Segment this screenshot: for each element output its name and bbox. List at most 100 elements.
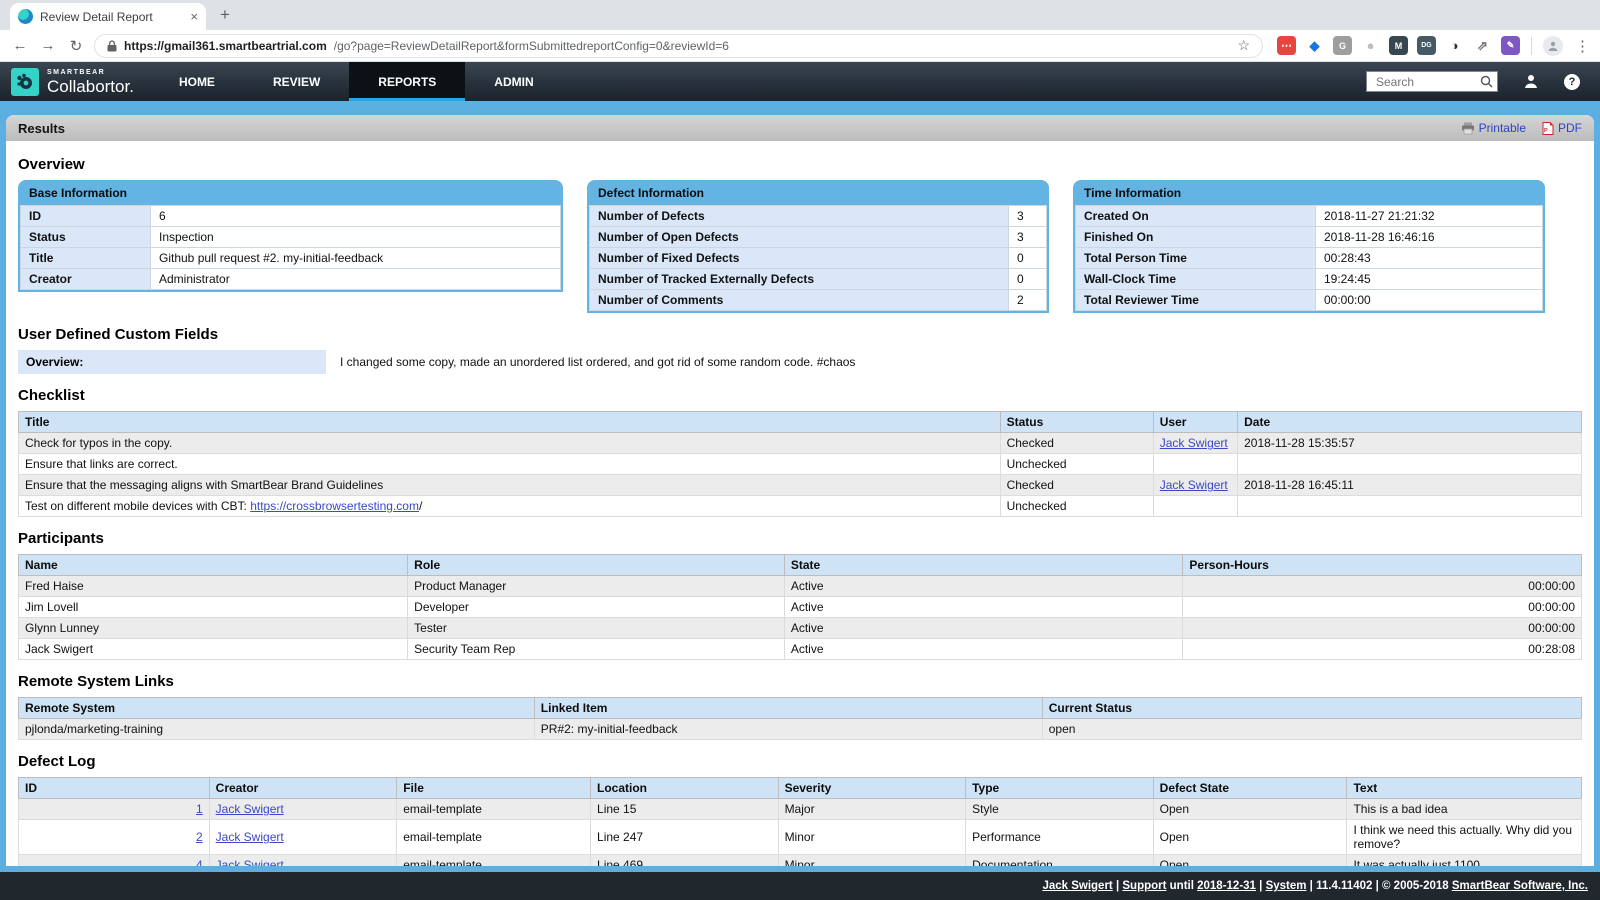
collaborator-favicon-icon (18, 9, 33, 24)
results-title: Results (18, 121, 65, 136)
smartbear-logo-icon (11, 68, 39, 96)
extension-icon[interactable]: ◆ (1305, 36, 1324, 55)
defect-id-link[interactable]: 4 (196, 858, 203, 866)
results-actions: Printable P PDF (1461, 121, 1582, 135)
report-page: Results Printable P PDF Overview Base In… (6, 115, 1594, 866)
table-row: Ensure that the messaging aligns with Sm… (19, 475, 1582, 496)
extension-icon[interactable]: ⇗ (1473, 36, 1492, 55)
table-row: 4 Jack Swigert email-template Line 469 M… (19, 855, 1582, 867)
remote-links-table: Remote System Linked Item Current Status… (18, 697, 1582, 740)
table-row: Number of Comments2 (590, 290, 1047, 311)
extension-icon[interactable]: G (1333, 36, 1352, 55)
user-icon[interactable] (1524, 74, 1538, 89)
table-row: Wall-Clock Time19:24:45 (1076, 269, 1543, 290)
table-row: Total Person Time00:28:43 (1076, 248, 1543, 269)
table-header-row: Remote System Linked Item Current Status (19, 698, 1582, 719)
custom-fields-heading: User Defined Custom Fields (18, 326, 1582, 343)
footer-system-link[interactable]: System (1266, 880, 1307, 892)
results-bar: Results Printable P PDF (6, 115, 1594, 141)
base-information-title: Base Information (20, 182, 561, 205)
footer-version: 11.4.11402 (1316, 880, 1372, 892)
padlock-icon (107, 40, 117, 52)
help-icon[interactable]: ? (1564, 74, 1580, 90)
bookmark-star-icon[interactable]: ☆ (1237, 37, 1250, 54)
nav-item-admin[interactable]: ADMIN (465, 62, 562, 101)
cbt-link[interactable]: https://crossbrowsertesting.com (250, 499, 419, 513)
table-row: Jack Swigert Security Team Rep Active 00… (19, 639, 1582, 660)
table-row: StatusInspection (21, 227, 561, 248)
user-link[interactable]: Jack Swigert (1160, 478, 1228, 492)
extensions-row: ⋯ ◆ G ● M DG ◑ ⇗ ✎ (1277, 36, 1520, 55)
table-row: Created On2018-11-27 21:21:32 (1076, 206, 1543, 227)
creator-link[interactable]: Jack Swigert (216, 802, 284, 816)
printer-icon (1461, 122, 1475, 135)
defect-id-link[interactable]: 1 (196, 802, 203, 816)
brand-text: SMARTBEAR Collabortor. (47, 69, 134, 95)
defect-information-title: Defect Information (589, 182, 1047, 205)
checklist-table: Title Status User Date Check for typos i… (18, 411, 1582, 517)
user-link[interactable]: Jack Swigert (1160, 436, 1228, 450)
table-row: Number of Open Defects3 (590, 227, 1047, 248)
forward-icon[interactable]: → (38, 37, 58, 54)
app-footer: Jack Swigert | Support until 2018-12-31 … (0, 872, 1600, 900)
nav-item-reports[interactable]: REPORTS (349, 62, 465, 101)
url-path: /go?page=ReviewDetailReport&formSubmitte… (334, 39, 1231, 53)
table-row: Number of Defects3 (590, 206, 1047, 227)
defect-log-heading: Defect Log (18, 753, 1582, 770)
pdf-icon: P (1542, 122, 1554, 135)
footer-support-date-link[interactable]: 2018-12-31 (1197, 880, 1256, 892)
table-header-row: ID Creator File Location Severity Type D… (19, 778, 1582, 799)
table-header-row: Title Status User Date (19, 412, 1582, 433)
footer-user-link[interactable]: Jack Swigert (1042, 880, 1112, 892)
extension-icon[interactable]: ◑ (1445, 36, 1464, 55)
svg-text:P: P (1544, 128, 1548, 134)
brand-smartbear-label: SMARTBEAR (47, 69, 134, 76)
table-row: ID6 (21, 206, 561, 227)
overview-cards: Base Information ID6 StatusInspection Ti… (18, 180, 1582, 313)
search-box[interactable] (1366, 71, 1498, 92)
tab-close-icon[interactable]: × (190, 9, 198, 24)
back-icon[interactable]: ← (10, 37, 30, 54)
new-tab-button[interactable]: + (220, 5, 230, 25)
address-bar[interactable]: https://gmail361.smartbeartrial.com/go?p… (94, 34, 1263, 58)
footer-company-link[interactable]: SmartBear Software, Inc. (1452, 880, 1588, 892)
search-icon (1480, 75, 1493, 88)
table-row: 2 Jack Swigert email-template Line 247 M… (19, 820, 1582, 855)
person-icon (1547, 40, 1559, 52)
toolbar-divider (1531, 37, 1532, 55)
participants-heading: Participants (18, 530, 1582, 547)
footer-support-link[interactable]: Support (1122, 880, 1166, 892)
extension-icon[interactable]: ● (1361, 36, 1380, 55)
defect-information-card: Defect Information Number of Defects3 Nu… (587, 180, 1049, 313)
browser-tab[interactable]: Review Detail Report × (10, 3, 206, 30)
reload-icon[interactable]: ↻ (66, 37, 86, 55)
search-input[interactable] (1374, 74, 1480, 90)
table-row: Jim Lovell Developer Active 00:00:00 (19, 597, 1582, 618)
extension-icon[interactable]: ✎ (1501, 36, 1520, 55)
footer-copyright: © 2005-2018 (1382, 880, 1452, 892)
defect-id-link[interactable]: 2 (196, 830, 203, 844)
extension-icon[interactable]: DG (1417, 36, 1436, 55)
nav-item-home[interactable]: HOME (150, 62, 244, 101)
extension-icon[interactable]: M (1389, 36, 1408, 55)
defect-information-table: Number of Defects3 Number of Open Defect… (589, 205, 1047, 311)
table-header-row: Name Role State Person-Hours (19, 555, 1582, 576)
printable-link[interactable]: Printable (1461, 121, 1526, 135)
base-information-table: ID6 StatusInspection TitleGithub pull re… (20, 205, 561, 290)
browser-menu-icon[interactable]: ⋮ (1575, 37, 1590, 55)
table-row: Check for typos in the copy. Checked Jac… (19, 433, 1582, 454)
overview-heading: Overview (18, 156, 1582, 173)
table-row: 1 Jack Swigert email-template Line 15 Ma… (19, 799, 1582, 820)
browser-profile-avatar[interactable] (1543, 36, 1563, 56)
brand[interactable]: SMARTBEAR Collabortor. (0, 62, 150, 101)
creator-link[interactable]: Jack Swigert (216, 858, 284, 866)
custom-field-value: I changed some copy, made an unordered l… (326, 355, 863, 369)
table-row: CreatorAdministrator (21, 269, 561, 290)
creator-link[interactable]: Jack Swigert (216, 830, 284, 844)
participants-table: Name Role State Person-Hours Fred Haise … (18, 554, 1582, 660)
nav-item-review[interactable]: REVIEW (244, 62, 349, 101)
table-row: Number of Fixed Defects0 (590, 248, 1047, 269)
pdf-link[interactable]: P PDF (1542, 121, 1582, 135)
table-row: Number of Tracked Externally Defects0 (590, 269, 1047, 290)
extension-icon[interactable]: ⋯ (1277, 36, 1296, 55)
